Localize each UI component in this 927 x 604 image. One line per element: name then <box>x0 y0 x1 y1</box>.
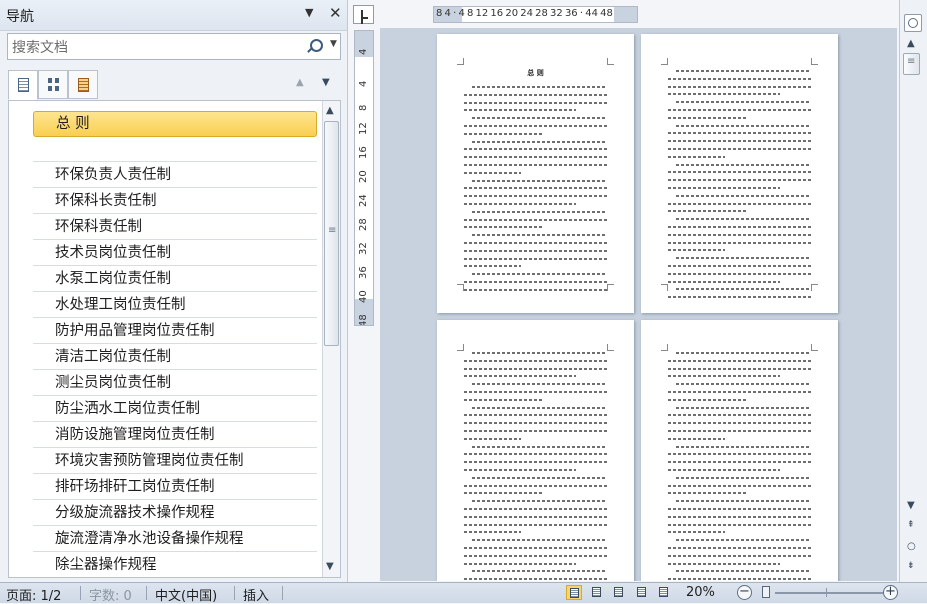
vertical-ruler-tick: 32 <box>358 242 369 255</box>
search-options-chevron-down-icon[interactable]: ▼ <box>330 39 337 49</box>
heading-item[interactable]: 水处理工岗位责任制 <box>33 293 317 318</box>
scroll-thumb[interactable] <box>324 121 339 346</box>
heading-item[interactable]: 水泵工岗位责任制 <box>33 267 317 292</box>
heading-item[interactable]: 环保科责任制 <box>33 215 317 240</box>
scroll-down-arrow-icon[interactable]: ▼ <box>326 561 334 572</box>
vertical-ruler-tick: 28 <box>358 218 369 231</box>
print-layout-icon <box>570 588 579 598</box>
heading-item[interactable]: 环保负责人责任制 <box>33 163 317 188</box>
vertical-ruler-tick: 16 <box>358 146 369 159</box>
vertical-ruler-tick: 8 <box>358 104 369 111</box>
heading-item[interactable]: 旋流澄清净水池设备操作规程 <box>33 527 317 552</box>
page-thumbnails-icon <box>48 78 59 92</box>
vertical-ruler-tick: 24 <box>358 194 369 207</box>
zoom-in-button[interactable]: + <box>883 585 898 600</box>
draft-view-button[interactable] <box>656 585 672 600</box>
document-area[interactable]: 总 则 <box>380 28 897 581</box>
heading-item[interactable]: 除尘器操作规程 <box>33 553 317 577</box>
heading-list-scrollbar[interactable]: ▲ ▼ <box>322 101 340 577</box>
outline-icon <box>637 587 646 597</box>
page-3-text <box>464 352 607 581</box>
heading-item[interactable]: 环境灾害预防管理岗位责任制 <box>33 449 317 474</box>
zoom-slider-thumb[interactable] <box>762 586 770 598</box>
print-layout-view-button[interactable] <box>566 585 582 600</box>
page-1[interactable]: 总 则 <box>437 34 634 313</box>
heading-item[interactable]: 防尘洒水工岗位责任制 <box>33 397 317 422</box>
status-bar: 页面: 1/2 字数: 0 中文(中国) 插入 20% − + <box>0 582 927 604</box>
search-input[interactable] <box>10 37 304 58</box>
vertical-ruler-tick: 4 <box>358 48 369 55</box>
vertical-ruler-tick: 48 <box>358 314 369 326</box>
close-icon[interactable]: ✕ <box>329 4 342 22</box>
next-page-icon[interactable]: ⇟ <box>907 561 915 571</box>
scroll-up-arrow-icon[interactable]: ▲ <box>326 105 334 116</box>
search-box[interactable]: ▼ <box>7 33 341 60</box>
web-layout-icon <box>614 587 623 597</box>
page-1-text <box>464 86 607 297</box>
tab-selector-button[interactable] <box>353 5 374 24</box>
navigation-title: 导航 <box>6 9 34 25</box>
outline-view-button[interactable] <box>634 585 650 600</box>
pane-options-chevron-down-icon[interactable]: ▼ <box>305 6 313 19</box>
vertical-ruler[interactable]: 4 4 8 12 16 20 24 28 32 36 40 48 <box>354 30 374 326</box>
heading-item[interactable]: 总 则 <box>33 111 317 137</box>
zoom-out-button[interactable]: − <box>737 585 752 600</box>
page-indicator[interactable]: 页面: 1/2 <box>6 585 61 604</box>
word-count[interactable]: 字数: 0 <box>89 585 132 604</box>
document-scrollbar[interactable]: ▲ ▼ ⇞ ○ ⇟ <box>899 0 927 582</box>
heading-item[interactable] <box>33 137 317 162</box>
heading-item[interactable]: 防护用品管理岗位责任制 <box>33 319 317 344</box>
search-icon[interactable] <box>310 39 323 52</box>
page-2-text <box>668 70 811 304</box>
zoom-level[interactable]: 20% <box>686 585 715 600</box>
page-4[interactable] <box>641 320 838 581</box>
scroll-thumb[interactable] <box>903 53 920 75</box>
scroll-down-arrow-icon[interactable]: ▼ <box>907 500 915 511</box>
page-3[interactable] <box>437 320 634 581</box>
language-indicator[interactable]: 中文(中国) <box>155 585 217 604</box>
full-screen-reading-view-button[interactable] <box>589 585 605 600</box>
vertical-ruler-tick: 12 <box>358 122 369 135</box>
reading-view-icon <box>592 587 601 597</box>
heading-item[interactable]: 技术员岗位责任制 <box>33 241 317 266</box>
search-results-icon <box>78 78 89 92</box>
page-2[interactable] <box>641 34 838 313</box>
tab-headings[interactable] <box>8 70 38 100</box>
headings-icon <box>18 78 29 92</box>
view-ruler-icon[interactable] <box>904 14 922 32</box>
heading-item[interactable]: 环保科长责任制 <box>33 189 317 214</box>
insert-mode-indicator[interactable]: 插入 <box>243 585 269 604</box>
tab-results[interactable] <box>68 70 98 99</box>
previous-heading-arrow-icon[interactable]: ▲ <box>296 77 304 88</box>
vertical-ruler-tick: 40 <box>358 290 369 303</box>
select-browse-object-icon[interactable]: ○ <box>907 541 916 552</box>
page-4-text <box>668 352 811 581</box>
horizontal-ruler[interactable]: 8 4 · 4 8 12 16 20 24 28 32 36 · 44 48 <box>433 6 638 23</box>
draft-icon <box>659 587 668 597</box>
scroll-up-arrow-icon[interactable]: ▲ <box>907 38 915 49</box>
horizontal-ruler-ticks: 8 4 · 4 8 12 16 20 24 28 32 36 · 44 48 <box>436 8 613 19</box>
navigation-header: 导航 ▼ ✕ <box>0 0 347 31</box>
next-heading-arrow-icon[interactable]: ▼ <box>322 77 330 88</box>
vertical-ruler-tick: 20 <box>358 170 369 183</box>
page-1-title: 总 则 <box>527 69 544 77</box>
navigation-pane: 导航 ▼ ✕ ▼ ▲ ▼ 总 则环保负责人责任制环保科长责任制环保科责任制技术员… <box>0 0 348 582</box>
heading-item[interactable]: 测尘员岗位责任制 <box>33 371 317 396</box>
heading-item[interactable]: 清洁工岗位责任制 <box>33 345 317 370</box>
heading-item[interactable]: 分级旋流器技术操作规程 <box>33 501 317 526</box>
vertical-ruler-tick: 4 <box>358 80 369 87</box>
zoom-slider-track[interactable] <box>775 592 883 594</box>
tab-pages[interactable] <box>38 70 68 99</box>
vertical-ruler-tick: 36 <box>358 266 369 279</box>
web-layout-view-button[interactable] <box>611 585 627 600</box>
previous-page-icon[interactable]: ⇞ <box>907 520 915 530</box>
heading-item[interactable]: 排矸场排矸工岗位责任制 <box>33 475 317 500</box>
heading-item[interactable]: 消防设施管理岗位责任制 <box>33 423 317 448</box>
heading-list: 总 则环保负责人责任制 环保科长责任制 环保科责任制 技术员岗位责任制 水泵工岗位责任制… <box>8 100 341 578</box>
zoom-slider-midpoint <box>826 588 827 597</box>
